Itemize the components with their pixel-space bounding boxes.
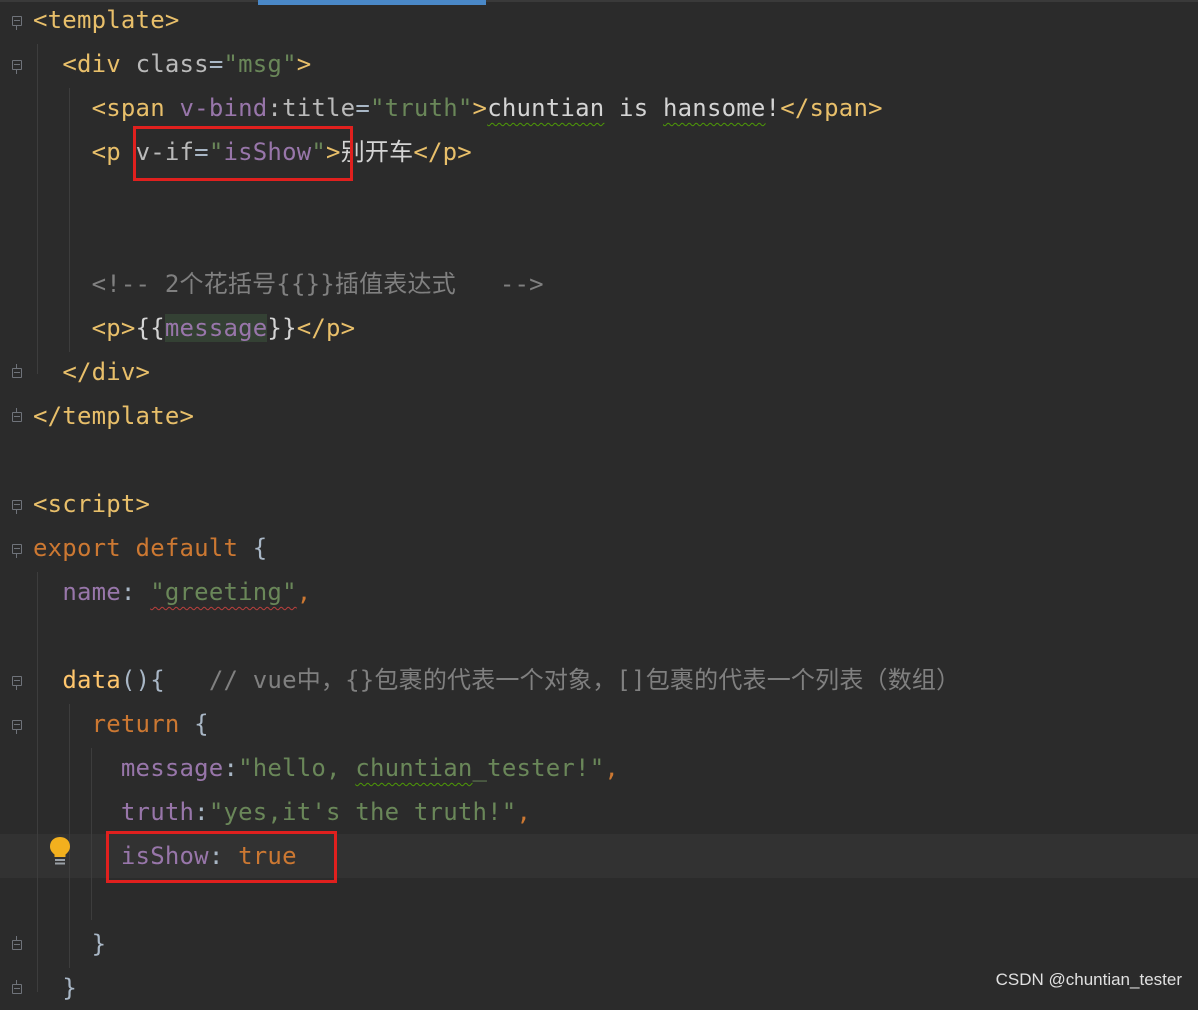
fold-toggle-icon[interactable] xyxy=(12,16,22,30)
code-token: </template> xyxy=(33,402,195,430)
code-line[interactable]: name: "greeting", xyxy=(33,570,311,614)
editor-gutter xyxy=(0,0,30,998)
code-token: </p> xyxy=(296,314,356,342)
code-line[interactable]: export default { xyxy=(33,526,267,570)
code-token: : xyxy=(194,798,209,826)
code-token: <p> xyxy=(91,314,136,342)
code-token: "hello, xyxy=(238,754,356,782)
code-token: : xyxy=(223,754,239,782)
fold-toggle-icon[interactable] xyxy=(12,408,22,422)
fold-toggle-icon[interactable] xyxy=(12,676,22,690)
editor-top-border xyxy=(0,0,1198,2)
code-token: data xyxy=(62,666,121,694)
code-token: <!-- 2个花括号{{}}插值表达式 --> xyxy=(91,270,544,298)
code-line[interactable]: <div class="msg"> xyxy=(33,42,311,86)
code-token: "yes,it's the truth!" xyxy=(208,798,517,826)
fold-toggle-icon[interactable] xyxy=(12,936,22,950)
fold-toggle-icon[interactable] xyxy=(12,720,22,734)
code-token: { xyxy=(194,710,209,738)
fold-toggle-icon[interactable] xyxy=(12,980,22,994)
code-line[interactable]: return { xyxy=(33,702,209,746)
code-token: { xyxy=(252,534,268,562)
code-token: </span> xyxy=(780,94,883,122)
code-token: message xyxy=(164,314,268,342)
code-token: is xyxy=(604,94,663,122)
code-token: </div> xyxy=(62,358,151,386)
code-token: return xyxy=(91,710,195,738)
fold-toggle-icon[interactable] xyxy=(12,60,22,74)
code-line[interactable]: } xyxy=(33,922,106,966)
fold-toggle-icon[interactable] xyxy=(12,364,22,378)
code-token: <span xyxy=(91,94,180,122)
code-token: class xyxy=(135,50,209,78)
code-token: , xyxy=(516,798,532,826)
active-tab-indicator xyxy=(258,0,486,5)
code-token: <script> xyxy=(33,490,151,518)
code-line[interactable]: <!-- 2个花括号{{}}插值表达式 --> xyxy=(33,262,544,306)
code-token: v-bind xyxy=(179,94,268,122)
code-token: truth xyxy=(120,798,195,826)
annotation-box xyxy=(106,831,337,883)
code-token: "truth" xyxy=(369,94,473,122)
code-token: name xyxy=(62,578,121,606)
code-line[interactable]: <script> xyxy=(33,482,150,526)
code-line[interactable]: truth:"yes,it's the truth!", xyxy=(33,790,531,834)
code-line[interactable]: message:"hello, chuntian_tester!", xyxy=(33,746,619,790)
code-token: <template> xyxy=(33,6,180,34)
code-token: _tester!" xyxy=(472,754,605,782)
fold-toggle-icon[interactable] xyxy=(12,544,22,558)
code-token: } xyxy=(91,930,107,958)
code-token: > xyxy=(472,94,488,122)
code-token: </p> xyxy=(413,138,472,166)
code-line[interactable]: <template> xyxy=(33,0,180,42)
code-line[interactable]: <span v-bind:title="truth">chuntian is h… xyxy=(33,86,883,130)
code-editor[interactable]: <template> <div class="msg"> <span v-bin… xyxy=(0,0,1198,1002)
code-token: = xyxy=(355,94,370,122)
code-token: export default xyxy=(33,534,253,562)
code-token: chuntian xyxy=(487,94,605,122)
code-token: : xyxy=(120,578,151,606)
watermark: CSDN @chuntian_tester xyxy=(995,970,1182,989)
code-token: = xyxy=(208,50,224,78)
code-token: , xyxy=(296,578,312,606)
code-token: hansome xyxy=(663,94,766,122)
code-token: <div xyxy=(62,50,136,78)
code-line[interactable]: </template> xyxy=(33,394,194,438)
code-token: ! xyxy=(765,94,781,122)
code-line[interactable]: <p>{{message}}</p> xyxy=(33,306,355,350)
code-token: "msg" xyxy=(223,50,297,78)
code-token: (){ xyxy=(120,666,165,694)
code-token: "greeting" xyxy=(150,578,297,606)
code-token: , xyxy=(604,754,620,782)
fold-toggle-icon[interactable] xyxy=(12,500,22,514)
code-line[interactable]: </div> xyxy=(33,350,150,394)
code-token: <p xyxy=(91,138,136,166)
code-token: message xyxy=(120,754,224,782)
annotation-box xyxy=(133,126,353,181)
code-token: }} xyxy=(267,314,297,342)
code-token: :title xyxy=(267,94,356,122)
code-token: > xyxy=(296,50,312,78)
code-token: // vue中，{}包裹的代表一个对象，[]包裹的代表一个列表（数组） xyxy=(164,666,961,694)
code-token: chuntian xyxy=(355,754,473,782)
code-token: {{ xyxy=(135,314,165,342)
code-line[interactable]: data(){ // vue中，{}包裹的代表一个对象，[]包裹的代表一个列表（… xyxy=(33,658,960,702)
code-line[interactable]: } xyxy=(33,966,77,1010)
